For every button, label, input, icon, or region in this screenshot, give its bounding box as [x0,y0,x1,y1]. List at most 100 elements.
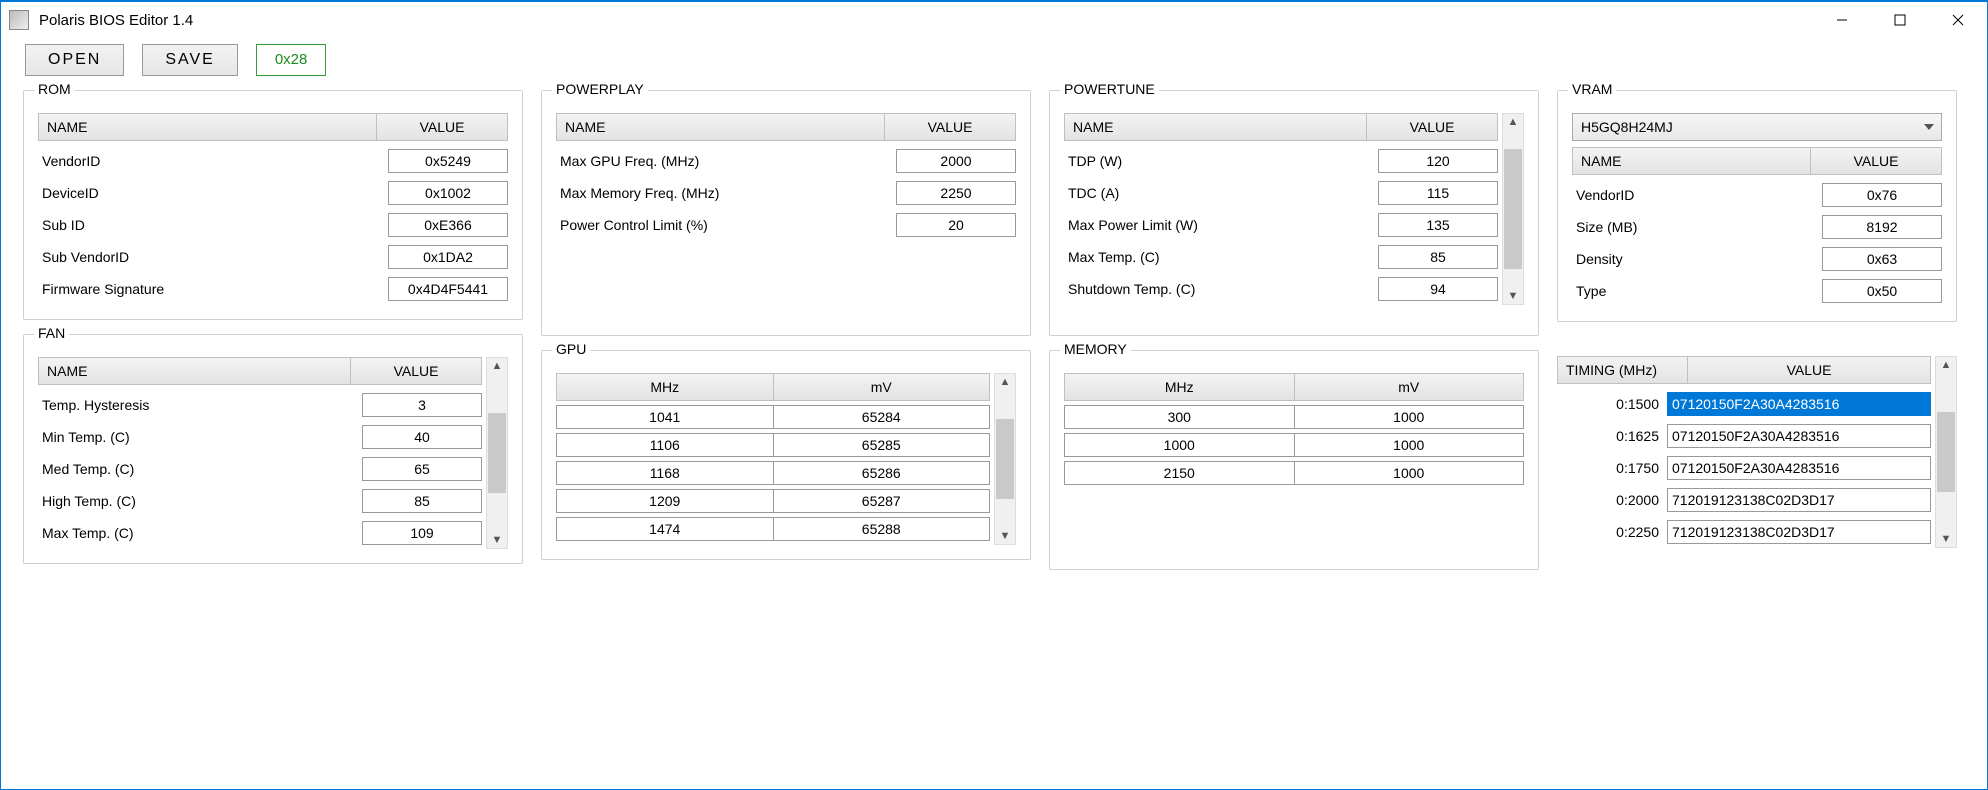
timing-strap: 0:1500 [1557,396,1667,412]
memory-mv-input[interactable] [1294,461,1525,485]
vram-value-input[interactable] [1822,215,1942,239]
gpu-mhz-input[interactable] [556,461,773,485]
timing-row[interactable]: 0:1750 [1557,452,1931,484]
scroll-up-icon[interactable]: ▲ [1941,357,1952,373]
rom-value-input[interactable] [388,277,508,301]
app-window: Polaris BIOS Editor 1.4 OPEN SAVE 0x28 R… [0,0,1988,790]
powertune-value-input[interactable] [1378,149,1498,173]
gpu-mhz-input[interactable] [556,433,773,457]
gpu-mv-input[interactable] [773,461,991,485]
vram-header: NAME VALUE [1572,147,1942,175]
timing-row[interactable]: 0:1625 [1557,420,1931,452]
scroll-thumb[interactable] [1937,412,1955,492]
gpu-mhz-input[interactable] [556,405,773,429]
rom-value-input[interactable] [388,149,508,173]
powerplay-name: Max Memory Freq. (MHz) [556,185,896,201]
timing-value-input[interactable] [1667,520,1931,544]
powerplay-value-input[interactable] [896,213,1016,237]
powerplay-row: Max GPU Freq. (MHz) [556,145,1016,177]
gpu-mv-input[interactable] [773,405,991,429]
scroll-up-icon[interactable]: ▲ [492,358,503,374]
memory-legend: MEMORY [1060,341,1131,357]
save-button[interactable]: SAVE [142,44,238,76]
minimize-button[interactable] [1813,2,1871,38]
powerplay-header: NAME VALUE [556,113,1016,141]
memory-mhz-input[interactable] [1064,461,1294,485]
fan-value-input[interactable] [362,521,482,545]
timing-row[interactable]: 0:2250 [1557,516,1931,548]
vram-value-input[interactable] [1822,183,1942,207]
timing-value-input[interactable] [1667,456,1931,480]
scroll-down-icon[interactable]: ▼ [1508,288,1519,304]
memory-mhz-input[interactable] [1064,405,1294,429]
scroll-up-icon[interactable]: ▲ [1508,114,1519,130]
maximize-button[interactable] [1871,2,1929,38]
gpu-mhz-input[interactable] [556,489,773,513]
fan-group: FAN NAME VALUE Temp. HysteresisMin Temp.… [23,334,523,564]
window-title: Polaris BIOS Editor 1.4 [39,12,193,29]
checksum-display: 0x28 [256,44,327,76]
powerplay-value-input[interactable] [896,149,1016,173]
close-button[interactable] [1929,2,1987,38]
vram-value-input[interactable] [1822,279,1942,303]
scroll-up-icon[interactable]: ▲ [1000,374,1011,390]
memory-mhz-input[interactable] [1064,433,1294,457]
powerplay-name: Max GPU Freq. (MHz) [556,153,896,169]
gpu-mv-input[interactable] [773,517,991,541]
powertune-row: TDC (A) [1064,177,1498,209]
rom-group: ROM NAME VALUE VendorIDDeviceIDSub IDSub… [23,90,523,320]
timing-value-input[interactable] [1667,424,1931,448]
scroll-down-icon[interactable]: ▼ [1000,528,1011,544]
gpu-mhz-input[interactable] [556,517,773,541]
timing-value-input[interactable] [1667,392,1931,416]
rom-value-input[interactable] [388,181,508,205]
powertune-value-input[interactable] [1378,277,1498,301]
powertune-row: Max Temp. (C) [1064,241,1498,273]
scroll-thumb[interactable] [996,419,1014,499]
gpu-scrollbar[interactable]: ▲ ▼ [994,373,1016,545]
vram-name: VendorID [1572,187,1822,203]
vram-name: Density [1572,251,1822,267]
vram-row: VendorID [1572,179,1942,211]
fan-legend: FAN [34,325,69,341]
powertune-scrollbar[interactable]: ▲ ▼ [1502,113,1524,305]
gpu-mv-input[interactable] [773,489,991,513]
memory-mv-input[interactable] [1294,405,1525,429]
fan-scrollbar[interactable]: ▲ ▼ [486,357,508,549]
scroll-down-icon[interactable]: ▼ [1941,531,1952,547]
timing-scrollbar[interactable]: ▲ ▼ [1935,356,1957,548]
gpu-mv-input[interactable] [773,433,991,457]
fan-row: Med Temp. (C) [38,453,482,485]
timing-row[interactable]: 0:1500 [1557,388,1931,420]
powertune-value-input[interactable] [1378,181,1498,205]
memory-mv-input[interactable] [1294,433,1525,457]
powertune-name: Max Power Limit (W) [1064,217,1378,233]
fan-value-input[interactable] [362,489,482,513]
timing-row[interactable]: 0:2000 [1557,484,1931,516]
vram-value-input[interactable] [1822,247,1942,271]
scroll-thumb[interactable] [488,413,506,493]
timing-group: TIMING (MHz) VALUE 0:15000:16250:17500:2… [1557,356,1957,548]
fan-value-input[interactable] [362,425,482,449]
scroll-thumb[interactable] [1504,149,1522,269]
powerplay-value-input[interactable] [896,181,1016,205]
fan-value-input[interactable] [362,457,482,481]
fan-name: High Temp. (C) [38,493,362,509]
rom-value-input[interactable] [388,213,508,237]
rom-row: VendorID [38,145,508,177]
fan-row: Temp. Hysteresis [38,389,482,421]
scroll-down-icon[interactable]: ▼ [492,532,503,548]
powertune-row: Max Power Limit (W) [1064,209,1498,241]
gpu-group: GPU MHz mV ▲ ▼ [541,350,1031,560]
gpu-row [556,489,990,513]
fan-value-input[interactable] [362,393,482,417]
fan-row: High Temp. (C) [38,485,482,517]
rom-name: Sub VendorID [38,249,388,265]
open-button[interactable]: OPEN [25,44,124,76]
powertune-value-input[interactable] [1378,245,1498,269]
vram-row: Density [1572,243,1942,275]
vram-select[interactable]: H5GQ8H24MJ [1572,113,1942,141]
powertune-value-input[interactable] [1378,213,1498,237]
timing-value-input[interactable] [1667,488,1931,512]
rom-value-input[interactable] [388,245,508,269]
